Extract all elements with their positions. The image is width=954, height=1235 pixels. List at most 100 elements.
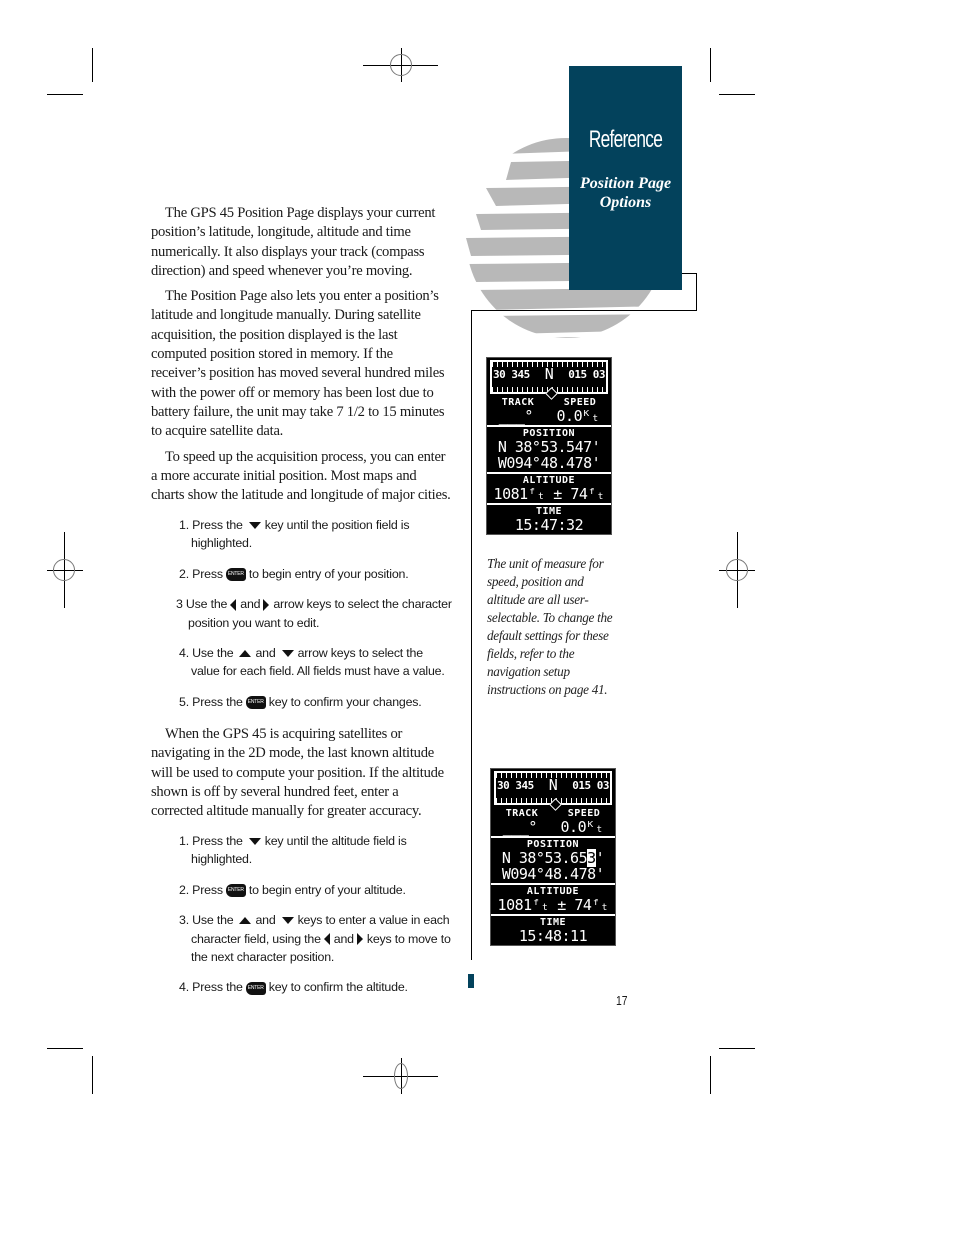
time-field: TIME 15:47:32 bbox=[487, 503, 611, 534]
track-value: ___° bbox=[498, 407, 534, 425]
section-title: Reference bbox=[588, 126, 663, 153]
section-tab: Reference Position Page Options bbox=[569, 66, 682, 290]
step: 3 Use the and arrow keys to select the cha… bbox=[176, 595, 454, 632]
step: 1. Press the key until the altitude field… bbox=[179, 832, 454, 869]
step: 4. Use the and arrow keys to select the va… bbox=[179, 644, 454, 681]
down-arrow-key-icon bbox=[281, 650, 294, 658]
registration-mark bbox=[53, 559, 75, 581]
paragraph: To speed up the acquisition process, you… bbox=[151, 448, 451, 504]
position-steps: 1. Press the key until the position field… bbox=[176, 516, 454, 711]
step: 5. Press the ENTER key to confirm your cha… bbox=[179, 693, 454, 711]
position-field: POSITION N 38°53.653' W094°48.478' bbox=[491, 836, 615, 883]
divider bbox=[682, 273, 696, 274]
enter-key-icon: ENTER bbox=[225, 884, 246, 898]
left-arrow-key-icon bbox=[230, 598, 237, 611]
paragraph: The Position Page also lets you enter a … bbox=[151, 288, 445, 440]
compass-heading-right: 015 03 bbox=[568, 368, 605, 381]
section-marker bbox=[468, 974, 474, 988]
time-field: TIME 15:48:11 bbox=[491, 914, 615, 945]
step-text: and bbox=[333, 931, 354, 946]
step: 1. Press the key until the position field… bbox=[179, 516, 454, 553]
time-value: 15:48:11 bbox=[518, 927, 588, 945]
altitude-field: ALTITUDE 1081ᶠₜ ± 74ᶠₜ bbox=[487, 472, 611, 503]
registration-mark bbox=[394, 1063, 408, 1089]
gps-position-entry-screen: 30 345 N 015 03 TRACK SPEED ___° 0.0ᴷₜ POS… bbox=[490, 768, 616, 946]
compass-heading-left: 30 345 bbox=[493, 368, 530, 381]
divider bbox=[471, 310, 697, 311]
right-arrow-key-icon bbox=[356, 933, 363, 946]
section-subtitle: Position Page Options bbox=[569, 174, 682, 212]
step-text: key to confirm your changes. bbox=[268, 694, 422, 709]
page-number: 17 bbox=[616, 993, 628, 1008]
crop-mark bbox=[92, 48, 93, 82]
compass-heading-right: 015 03 bbox=[572, 779, 609, 792]
enter-key-icon: ENTER bbox=[245, 981, 266, 995]
compass-tape: 30 345 N 015 03 bbox=[490, 360, 608, 400]
step-text: 2. Press bbox=[179, 566, 223, 581]
position-field: POSITION N 38°53.547' W094°48.478' bbox=[487, 425, 611, 472]
down-arrow-key-icon bbox=[248, 522, 261, 530]
longitude-value: W094°48.478' bbox=[497, 454, 601, 472]
registration-mark bbox=[726, 559, 748, 581]
altitude-value: 1081ᶠₜ ± 74ᶠₜ bbox=[497, 896, 609, 914]
step-text: and bbox=[255, 646, 276, 661]
step: 3. Use the and keys to enter a value in ea… bbox=[179, 911, 454, 966]
up-arrow-key-icon bbox=[239, 917, 252, 925]
step-text: 1. Press the bbox=[179, 834, 243, 848]
paragraph: When the GPS 45 is acquiring satellites … bbox=[151, 726, 444, 820]
compass-heading-center: N bbox=[544, 365, 554, 383]
compass-heading-center: N bbox=[548, 776, 558, 794]
longitude-value: W094°48.478' bbox=[501, 865, 605, 883]
step: 2. Press ENTER to begin entry of your alti… bbox=[179, 881, 454, 899]
compass-heading-left: 30 345 bbox=[497, 779, 534, 792]
latitude-value: N 38°53.547' bbox=[497, 438, 601, 456]
up-arrow-key-icon bbox=[239, 650, 252, 658]
step-text: to begin entry of your position. bbox=[248, 566, 409, 581]
step-text: 4. Press the bbox=[179, 980, 243, 995]
down-arrow-key-icon bbox=[281, 917, 294, 925]
step-text: 3 Use the bbox=[176, 597, 228, 612]
time-value: 15:47:32 bbox=[514, 516, 584, 534]
crop-mark bbox=[47, 1048, 83, 1049]
step-text: 3. Use the bbox=[179, 913, 234, 928]
crop-mark bbox=[710, 1056, 711, 1094]
step-text: key to confirm the altitude. bbox=[268, 980, 408, 995]
altitude-text: When the GPS 45 is acquiring satellites … bbox=[151, 725, 451, 827]
section-subtitle-line2: Options bbox=[599, 194, 652, 211]
section-subtitle-line1: Position Page bbox=[579, 175, 672, 192]
intro-text: The GPS 45 Position Page displays your c… bbox=[151, 204, 451, 511]
crop-mark bbox=[710, 48, 711, 82]
divider bbox=[471, 310, 472, 960]
compass-tape: 30 345 N 015 03 bbox=[494, 771, 612, 811]
track-speed-field: TRACK SPEED ___° 0.0ᴷₜ bbox=[491, 807, 615, 836]
step-text: and bbox=[240, 597, 261, 612]
step-text: 1. Press the bbox=[179, 518, 243, 532]
latitude-value: N 38°53.653' bbox=[491, 849, 615, 867]
speed-value: 0.0ᴷₜ bbox=[556, 407, 600, 425]
speed-value: 0.0ᴷₜ bbox=[560, 818, 604, 836]
step: 4. Press the ENTER key to confirm the alti… bbox=[179, 978, 454, 996]
crop-mark bbox=[47, 94, 83, 95]
track-value: ___° bbox=[502, 818, 538, 836]
step-text: 4. Use the bbox=[179, 646, 234, 661]
crop-mark bbox=[719, 1048, 755, 1049]
down-arrow-key-icon bbox=[248, 838, 261, 846]
altitude-field: ALTITUDE 1081ᶠₜ ± 74ᶠₜ bbox=[491, 883, 615, 914]
step-text: and bbox=[255, 913, 276, 928]
step-text: 2. Press bbox=[179, 882, 223, 897]
enter-key-icon: ENTER bbox=[245, 696, 266, 710]
crop-mark bbox=[92, 1056, 93, 1094]
right-arrow-key-icon bbox=[263, 598, 270, 611]
step-text: to begin entry of your altitude. bbox=[248, 882, 406, 897]
registration-mark bbox=[390, 54, 412, 76]
left-arrow-key-icon bbox=[323, 933, 330, 946]
step-text: arrow keys to select the character posit… bbox=[188, 597, 452, 630]
paragraph: The GPS 45 Position Page displays your c… bbox=[151, 205, 436, 279]
altitude-steps: 1. Press the key until the altitude field… bbox=[179, 832, 454, 997]
figure-caption: The unit of measure for speed, position … bbox=[487, 556, 613, 697]
enter-key-icon: ENTER bbox=[225, 568, 246, 582]
step: 2. Press ENTER to begin entry of your posi… bbox=[179, 565, 454, 583]
gps-position-screen: 30 345 N 015 03 TRACK SPEED ___° 0.0ᴷₜ POS… bbox=[486, 357, 612, 535]
track-speed-field: TRACK SPEED ___° 0.0ᴷₜ bbox=[487, 396, 611, 425]
divider bbox=[696, 273, 697, 311]
